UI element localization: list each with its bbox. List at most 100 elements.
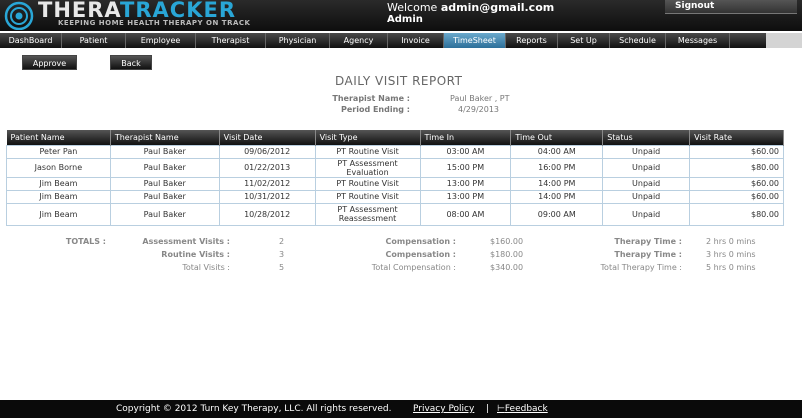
table-cell: Unpaid	[602, 144, 691, 159]
brand-tagline: KEEPING HOME HEALTH THERAPY ON TRACK	[58, 19, 251, 27]
table-cell: 09:00 AM	[510, 202, 604, 226]
table-cell: $60.00	[689, 176, 784, 191]
total-compensation-label: Total Compensation :	[371, 263, 456, 272]
table-header-row: Patient Name Therapist Name Visit Date Visi…	[6, 130, 784, 145]
table-cell: Paul Baker	[109, 157, 220, 178]
signout-button[interactable]: Signout	[665, 0, 797, 14]
therapy-time-label-1: Therapy Time :	[614, 237, 682, 246]
user-email: admin@gmail.com	[440, 1, 555, 14]
column-header: Time In	[420, 130, 512, 145]
nav-item-agency[interactable]: Agency	[330, 33, 388, 48]
table-cell: $60.00	[689, 144, 784, 159]
routine-visits-value: 3	[279, 250, 285, 259]
column-header: Visit Date	[219, 130, 316, 145]
nav-item-patient[interactable]: Patient	[62, 33, 126, 48]
period-ending-label: Period Ending :	[340, 105, 410, 114]
table-cell: PT Routine Visit	[314, 189, 421, 204]
table-cell: $60.00	[689, 189, 784, 204]
totals-label: TOTALS :	[65, 237, 106, 246]
therapist-name-value: Paul Baker , PT	[450, 94, 510, 103]
table-cell: Paul Baker	[109, 189, 220, 204]
table-cell: Unpaid	[602, 189, 691, 204]
table-cell: 14:00 PM	[510, 189, 604, 204]
compensation-value-1: $160.00	[490, 237, 524, 246]
welcome-message: Welcome admin@gmail.com	[387, 1, 554, 14]
table-cell: $80.00	[689, 157, 784, 178]
table-cell: 03:00 AM	[419, 144, 512, 159]
nav-item-reports[interactable]: Reports	[506, 33, 558, 48]
table-cell: Peter Pan	[6, 144, 111, 159]
nav-item-invoice[interactable]: Invoice	[388, 33, 444, 48]
brand-name: THERATRACKER	[38, 0, 236, 21]
total-therapy-time-value: 5 hrs 0 mins	[706, 263, 756, 272]
nav-item-dashboard[interactable]: DashBoard	[0, 33, 62, 48]
table-cell: 01/22/2013	[218, 157, 316, 178]
feedback-icon: ⊢	[497, 404, 505, 414]
table-cell: 13:00 PM	[419, 176, 512, 191]
therapy-time-value-2: 3 hrs 0 mins	[706, 250, 756, 259]
table-cell: Unpaid	[602, 202, 691, 226]
table-row: Jason Borne Paul Baker 01/22/2013 PT Assess…	[6, 157, 784, 178]
table-cell: 04:00 AM	[510, 144, 604, 159]
table-cell: 16:00 PM	[510, 157, 604, 178]
footer-separator: |	[486, 404, 490, 414]
assessment-visits-value: 2	[279, 237, 285, 246]
table-cell: Jim Beam	[6, 202, 111, 226]
table-cell: PT Assessment Evaluation	[314, 157, 421, 178]
table-row: Peter Pan Paul Baker 09/06/2012 PT Routine …	[6, 144, 784, 159]
app-header: THERATRACKER KEEPING HOME HEALTH THERAPY…	[0, 0, 802, 31]
feedback-label: Feedback	[504, 404, 548, 414]
therapist-name-label: Therapist Name :	[332, 94, 410, 103]
visits-table: Patient Name Therapist Name Visit Date Visi…	[6, 130, 784, 226]
table-cell: PT Routine Visit	[314, 144, 421, 159]
nav-item-timesheet[interactable]: TimeSheet	[444, 33, 506, 48]
column-header: Visit Type	[315, 130, 421, 145]
total-visits-value: 5	[279, 263, 285, 272]
table-cell: $80.00	[689, 202, 784, 226]
table-cell: Unpaid	[602, 157, 691, 178]
nav-item-messages[interactable]: Messages	[666, 33, 730, 48]
table-cell: 13:00 PM	[419, 189, 512, 204]
total-visits-label: Total Visits :	[182, 263, 230, 272]
column-header: Visit Rate	[689, 130, 784, 145]
table-cell: 15:00 PM	[419, 157, 512, 178]
table-cell: Jim Beam	[6, 176, 111, 191]
table-cell: PT Routine Visit	[314, 176, 421, 191]
total-compensation-value: $340.00	[490, 263, 524, 272]
nav-item-schedule[interactable]: Schedule	[610, 33, 666, 48]
nav-item-set-up[interactable]: Set Up	[558, 33, 610, 48]
back-button[interactable]: Back	[110, 55, 152, 70]
signal-logo-icon	[4, 1, 34, 30]
table-cell: 14:00 PM	[510, 176, 604, 191]
table-cell: Unpaid	[602, 176, 691, 191]
table-cell: 10/31/2012	[218, 189, 316, 204]
table-cell: 11/02/2012	[218, 176, 316, 191]
table-cell: Paul Baker	[109, 176, 220, 191]
approve-button[interactable]: Approve	[22, 55, 77, 70]
table-row: Jim Beam Paul Baker 10/28/2012 PT Assessmen…	[6, 202, 784, 226]
table-cell: Jason Borne	[6, 157, 111, 178]
nav-item-physician[interactable]: Physician	[266, 33, 330, 48]
welcome-prefix: Welcome	[387, 1, 441, 14]
copyright-text: Copyright © 2012 Turn Key Therapy, LLC. …	[116, 404, 392, 414]
therapy-time-label-2: Therapy Time :	[614, 250, 682, 259]
compensation-value-2: $180.00	[490, 250, 524, 259]
therapy-time-value-1: 2 hrs 0 mins	[706, 237, 756, 246]
nav-item-therapist[interactable]: Therapist	[196, 33, 266, 48]
column-header: Therapist Name	[110, 130, 220, 145]
assessment-visits-label: Assessment Visits :	[142, 237, 230, 246]
privacy-policy-link[interactable]: Privacy Policy	[413, 400, 474, 418]
table-cell: 10/28/2012	[218, 202, 316, 226]
user-role: Admin	[387, 14, 423, 25]
nav-item-employee[interactable]: Employee	[126, 33, 196, 48]
compensation-label-2: Compensation :	[385, 250, 456, 259]
table-row: Jim Beam Paul Baker 11/02/2012 PT Routine V…	[6, 176, 784, 191]
column-header: Status	[602, 130, 691, 145]
total-therapy-time-label: Total Therapy Time :	[600, 263, 682, 272]
feedback-link[interactable]: ⊢Feedback	[497, 400, 548, 418]
table-row: Jim Beam Paul Baker 10/31/2012 PT Routine V…	[6, 189, 784, 204]
table-cell: Jim Beam	[6, 189, 111, 204]
table-cell: 08:00 AM	[419, 202, 512, 226]
column-header: Patient Name	[6, 130, 111, 145]
period-ending-value: 4/29/2013	[458, 105, 500, 114]
